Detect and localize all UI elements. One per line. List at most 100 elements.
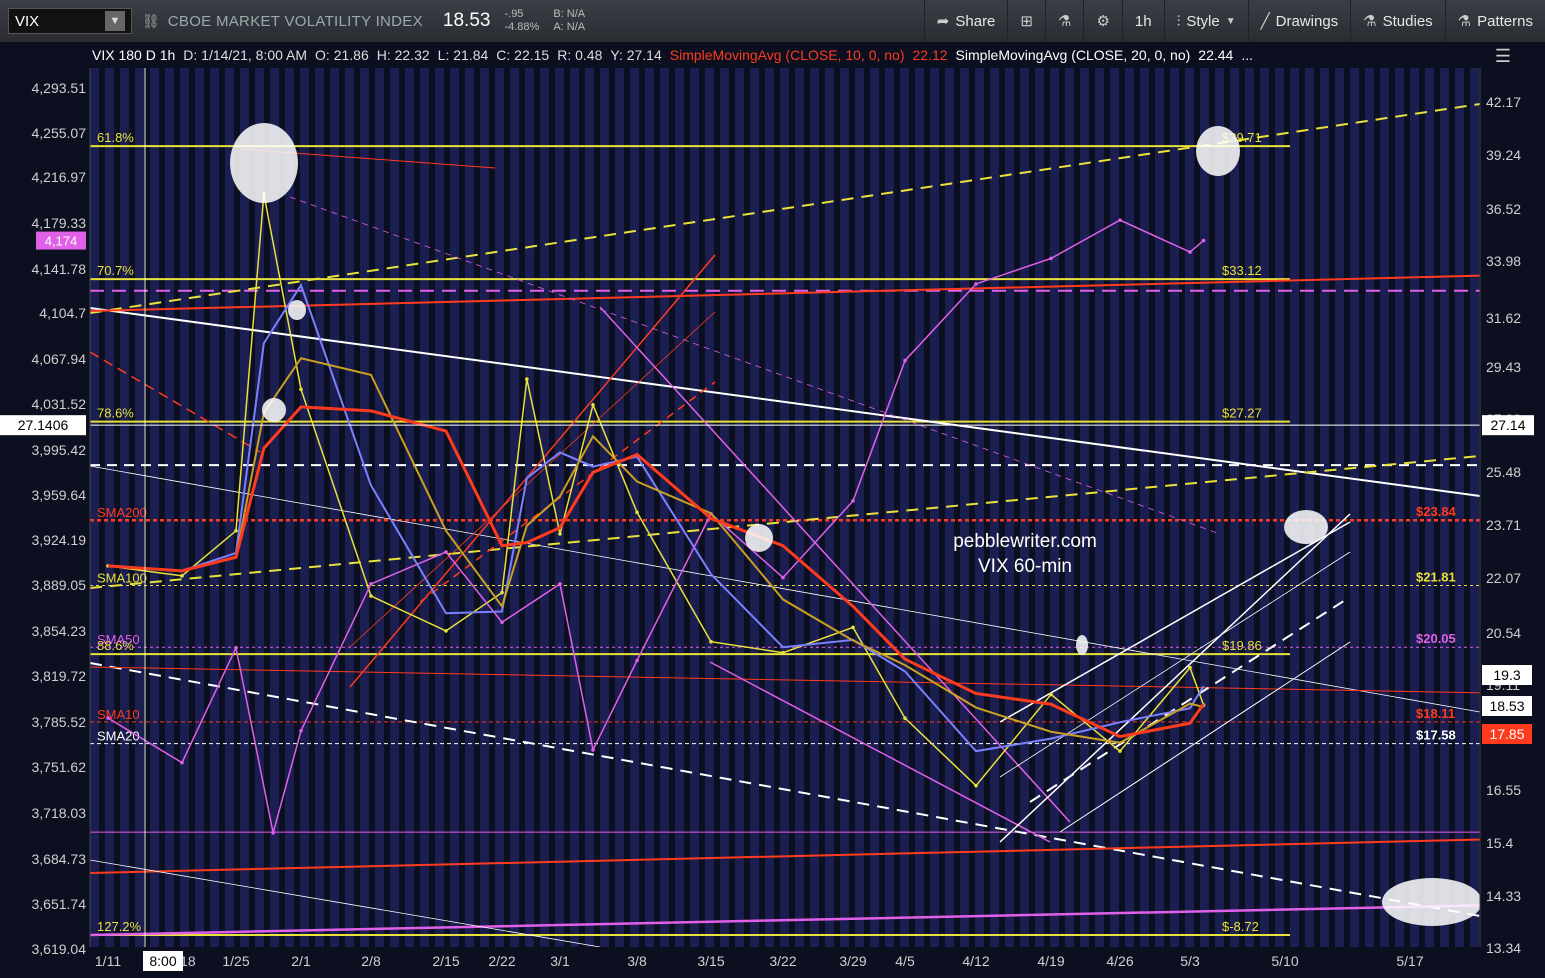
fib-percent-label: 78.6%: [97, 406, 134, 421]
time-band: [825, 68, 834, 947]
highlight-ellipse: [745, 524, 773, 552]
vix-series-point: [974, 783, 978, 788]
highlight-ellipse: [230, 123, 298, 203]
vix-chart[interactable]: 61.8% $39.7170.7% $33.1278.6% $27.2788.6% $1…: [0, 42, 1545, 973]
x-axis-tick: 3/15: [697, 953, 724, 969]
x-axis-tick: 3/22: [769, 953, 796, 969]
pencil-icon: ╱: [1260, 13, 1270, 30]
last-price: 18.53: [442, 10, 491, 31]
left-axis-tick: 4,216.97: [32, 169, 87, 185]
fib-price-label: $27.27: [1222, 406, 1262, 421]
sma-level-label: SMA20: [97, 729, 140, 744]
vix-series-point: [781, 650, 785, 655]
x-axis-tick: 4/26: [1106, 953, 1133, 969]
right-axis-bg: [1480, 68, 1545, 947]
time-band: [1275, 68, 1284, 947]
x-axis-tick: 3/1: [550, 953, 570, 969]
studies-button[interactable]: ⚗ Studies: [1350, 0, 1445, 42]
sma-level-label: SMA200: [97, 505, 147, 520]
time-band: [645, 68, 654, 947]
bar-open: O: 21.86: [315, 47, 369, 63]
flask-button[interactable]: ⚗: [1044, 0, 1083, 42]
time-band: [1110, 68, 1119, 947]
symbol-selector[interactable]: VIX ▼: [8, 8, 132, 34]
time-band: [165, 68, 174, 947]
compare-button[interactable]: ⊞: [1007, 0, 1045, 42]
right-price-label: 19.3: [1493, 667, 1520, 683]
time-band: [1380, 68, 1389, 947]
highlight-ellipse: [1382, 878, 1482, 926]
style-button[interactable]: ⫶ Style ▼: [1163, 0, 1248, 42]
share-button[interactable]: ➦ Share: [923, 0, 1008, 42]
chevron-down-icon[interactable]: ▼: [105, 11, 125, 31]
time-band: [810, 68, 819, 947]
sma10-study-label[interactable]: SimpleMovingAvg (CLOSE, 10, 0, no): [670, 47, 905, 63]
vix-series-point: [851, 625, 855, 630]
sma10-study-value: 22.12: [912, 47, 948, 63]
right-axis-tick: 14.33: [1486, 888, 1521, 904]
time-band: [405, 68, 414, 947]
time-band: [960, 68, 969, 947]
time-band: [435, 68, 444, 947]
symbol-text: VIX: [15, 12, 40, 30]
vix-series-point: [903, 716, 907, 720]
menu-icon[interactable]: ☰: [1490, 46, 1516, 70]
vix-series-point: [180, 574, 184, 578]
right-axis-tick: 36.52: [1486, 201, 1521, 217]
spx-series-point: [369, 582, 373, 586]
spx-series-point: [234, 645, 238, 650]
right-axis-tick: 29.43: [1486, 359, 1521, 375]
left-axis-tick: 3,889.05: [32, 577, 87, 593]
time-band: [615, 68, 624, 947]
spx-series-point: [851, 499, 855, 503]
drawings-button[interactable]: ╱ Drawings: [1247, 0, 1351, 42]
highlight-ellipse: [1284, 510, 1328, 544]
vix-series-point: [299, 387, 303, 392]
flask-icon: ⚗: [1057, 13, 1072, 30]
left-axis-tick: 4,141.78: [32, 261, 87, 277]
crosshair-left-label: 27.1406: [18, 417, 69, 433]
x-axis-tick: 1/25: [222, 953, 249, 969]
time-band: [735, 68, 744, 947]
spx-series-point: [781, 575, 785, 580]
left-axis-tick: 3,854.23: [32, 623, 87, 639]
x-axis-tick: 3/29: [839, 953, 866, 969]
time-band: [360, 68, 369, 947]
patterns-button[interactable]: ⚗ Patterns: [1444, 0, 1545, 42]
interval-label: 1h: [1134, 12, 1152, 30]
link-icon[interactable]: ⛓: [142, 13, 160, 30]
sma20-study-label[interactable]: SimpleMovingAvg (CLOSE, 20, 0, no): [956, 47, 1191, 63]
vix-series-point: [709, 639, 713, 644]
time-band: [195, 68, 204, 947]
more-studies[interactable]: ...: [1241, 47, 1253, 63]
vix-series-point: [1049, 692, 1053, 697]
x-axis-tick: 5/17: [1396, 953, 1423, 969]
chart-area[interactable]: 61.8% $39.71 70.7% $33.12 78.6% $27.27 88.6% $1…: [0, 42, 1545, 973]
change-value: -.95: [504, 8, 524, 20]
bar-low: L: 21.84: [437, 47, 489, 63]
spx-series-point: [444, 550, 448, 554]
time-band: [765, 68, 774, 947]
time-band: [585, 68, 594, 947]
bar-range: R: 0.48: [557, 47, 603, 63]
spx-current-label: 4,174: [45, 234, 78, 249]
x-axis-tick: 4/5: [895, 953, 915, 969]
settings-button[interactable]: ⚙: [1083, 0, 1121, 42]
right-axis-tick: 15.4: [1486, 835, 1513, 851]
time-band: [300, 68, 309, 947]
time-band: [345, 68, 354, 947]
spx-series-point: [558, 582, 562, 586]
time-band: [720, 68, 729, 947]
interval-button[interactable]: 1h: [1121, 0, 1164, 42]
sma20-study-value: 22.44: [1198, 47, 1234, 63]
time-band: [780, 68, 789, 947]
left-axis-tick: 4,067.94: [32, 351, 87, 367]
time-band: [1470, 68, 1479, 947]
time-band: [1350, 68, 1359, 947]
right-axis-tick: 33.98: [1486, 253, 1521, 269]
vix-series-point: [591, 403, 595, 407]
x-axis-tick: 4/19: [1037, 953, 1064, 969]
left-axis-tick: 3,995.42: [32, 442, 87, 458]
share-label: Share: [955, 12, 996, 30]
time-band: [330, 68, 339, 947]
